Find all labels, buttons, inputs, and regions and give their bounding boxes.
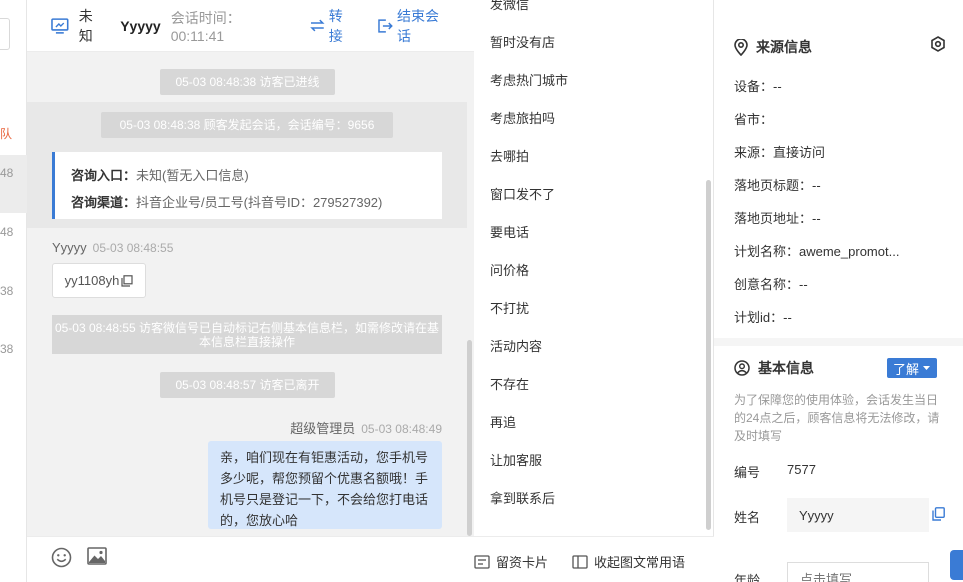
phrase-item[interactable]: 发微信: [490, 0, 529, 13]
collapse-icon: [572, 554, 588, 569]
exit-icon: [378, 18, 394, 33]
source-landing-title: 落地页标题：--: [734, 178, 821, 193]
channel-value: 抖音企业号/员工号(抖音号ID：279527392): [136, 195, 383, 210]
section-divider: [714, 338, 963, 346]
system-message-enter: 05-03 08:48:38 访客已进线: [160, 69, 335, 95]
source-plan-name: 计划名称：aweme_promot...: [734, 244, 900, 259]
end-session-label: 结束会话: [397, 7, 440, 44]
copy-icon[interactable]: [121, 274, 133, 287]
system-message-start: 05-03 08:48:38 顾客发起会话，会话编号：9656: [101, 112, 393, 138]
agent-message-bubble: 亲，咱们现在有钜惠活动，您手机号多少呢，帮您预留个优惠名额哦！手机号只是登记一下…: [208, 441, 442, 529]
source-device: 设备：--: [734, 79, 782, 94]
emoji-icon[interactable]: [51, 547, 72, 568]
phrase-item[interactable]: 窗口发不了: [490, 184, 555, 203]
active-conversation-item[interactable]: [0, 155, 27, 213]
end-session-button[interactable]: 结束会话: [378, 6, 452, 46]
phrase-item[interactable]: 问价格: [490, 260, 529, 279]
location-pin-icon: [734, 38, 748, 56]
phrase-item[interactable]: 拿到联系后: [490, 488, 555, 507]
conversation-time-4: 38: [0, 342, 14, 356]
wechat-id-message[interactable]: yy1108yh: [52, 263, 146, 298]
phrase-item[interactable]: 考虑热门城市: [490, 70, 568, 89]
consult-info-card: 咨询入口：未知(暂无入口信息) 咨询渠道：抖音企业号/员工号(抖音号ID：279…: [52, 152, 442, 219]
visitor-sender: Yyyyy: [52, 240, 87, 255]
basic-info-title: 基本信息: [734, 358, 814, 378]
chat-header: 未知 Yyyyy 会话时间：00:11:41 转接 结束会话: [27, 0, 474, 52]
caret-down-icon: [923, 366, 930, 370]
phrase-item[interactable]: 不打扰: [490, 298, 529, 317]
phrase-item[interactable]: 考虑旅拍吗: [490, 108, 555, 127]
transfer-button[interactable]: 转接: [310, 6, 356, 46]
age-label: 年龄: [734, 573, 761, 582]
chat-scrollbar[interactable]: [467, 340, 472, 536]
phrase-item[interactable]: 让加客服: [490, 450, 542, 469]
chat-input-toolbar: [27, 536, 474, 582]
phrases-footer: 留资卡片 收起图文常用语: [474, 536, 714, 582]
source-info-label: 来源信息: [756, 39, 812, 55]
card-icon: [474, 554, 490, 569]
wechat-id-text: yy1108yh: [64, 273, 120, 288]
source-creative-name: 创意名称：--: [734, 277, 808, 292]
quick-phrases-panel: 发微信 暂时没有店 考虑热门城市 考虑旅拍吗 去哪拍 窗口发不了 要电话 问价格…: [474, 0, 714, 582]
lead-card-button[interactable]: 留资卡片: [474, 552, 548, 571]
conversation-time-1: 48: [0, 166, 14, 180]
collapse-phrases-label: 收起图文常用语: [594, 555, 686, 570]
image-icon[interactable]: [87, 547, 107, 565]
settings-icon[interactable]: [930, 36, 946, 52]
name-label: 姓名: [734, 510, 761, 525]
agent-message-time: 05-03 08:48:49: [361, 422, 442, 436]
phrase-item[interactable]: 再追: [490, 412, 516, 431]
system-message-leave: 05-03 08:48:57 访客已离开: [160, 372, 335, 398]
queue-label: 队: [0, 127, 13, 141]
phrase-item[interactable]: 不存在: [490, 374, 529, 393]
visitor-name: Yyyyy: [120, 17, 161, 34]
agent-message-meta: 超级管理员 05-03 08:48:49: [290, 418, 442, 437]
basic-info-label: 基本信息: [758, 360, 814, 376]
search-box-edge[interactable]: [0, 18, 10, 50]
source-plan-id: 计划id：--: [734, 310, 792, 325]
phrases-scrollbar[interactable]: [706, 180, 711, 530]
source-province: 省市：: [734, 112, 774, 127]
phrase-item[interactable]: 活动内容: [490, 336, 542, 355]
customer-info-panel: 来源信息 设备：-- 省市： 来源：直接访问 落地页标题：-- 落地页地址：--…: [714, 0, 963, 582]
customer-id-label: 编号: [734, 465, 761, 480]
collapse-phrases-button[interactable]: 收起图文常用语: [572, 552, 685, 571]
visitor-message-time: 05-03 08:48:55: [92, 241, 174, 255]
visitor-status: 未知: [78, 7, 93, 44]
learn-more-label: 了解: [892, 361, 919, 377]
age-input[interactable]: [787, 562, 929, 582]
phrase-item[interactable]: 要电话: [490, 222, 529, 241]
entry-label: 咨询入口：: [71, 168, 137, 183]
visitor-message-meta: Yyyyy 05-03 08:48:55: [52, 240, 173, 255]
customer-id-value: 7577: [787, 462, 816, 477]
conversation-time-3: 38: [0, 284, 14, 298]
floating-action-button[interactable]: [950, 550, 963, 580]
source-landing-url: 落地页地址：--: [734, 211, 821, 226]
phrase-item[interactable]: 去哪拍: [490, 146, 529, 165]
channel-label: 咨询渠道：: [71, 195, 137, 210]
entry-value: 未知(暂无入口信息): [136, 168, 249, 183]
user-circle-icon: [734, 360, 750, 376]
chat-panel: 未知 Yyyyy 会话时间：00:11:41 转接 结束会话 05-03 08:…: [27, 0, 474, 582]
source-info-title: 来源信息: [734, 37, 812, 57]
agent-sender: 超级管理员: [290, 421, 356, 436]
learn-more-dropdown[interactable]: 了解: [887, 358, 937, 378]
session-time: 会话时间：00:11:41: [170, 9, 241, 44]
copy-name-icon[interactable]: [932, 507, 945, 521]
system-message-wechat: 05-03 08:48:55 访客微信号已自动标记右侧基本信息栏，如需修改请在基…: [52, 315, 442, 354]
edit-deadline-note: 为了保障您的使用体验，会话发生当日的24点之后，顾客信息将无法修改，请及时填写: [734, 393, 940, 443]
conversation-time-2: 48: [0, 225, 14, 239]
phrase-item[interactable]: 暂时没有店: [490, 32, 555, 51]
monitor-icon: [51, 17, 69, 34]
transfer-icon: [310, 19, 325, 32]
name-input[interactable]: [787, 498, 929, 532]
transfer-label: 转接: [328, 7, 343, 44]
source-origin: 来源：直接访问: [734, 145, 826, 160]
lead-card-label: 留资卡片: [496, 555, 549, 570]
conversation-list-strip: 队 48 48 38 38: [0, 0, 27, 582]
